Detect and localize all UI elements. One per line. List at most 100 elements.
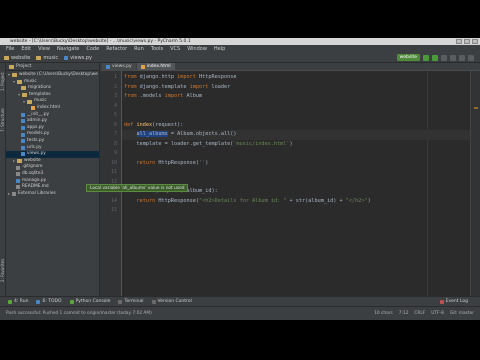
debug-icon[interactable]	[432, 54, 438, 61]
warning-marker[interactable]	[474, 107, 478, 109]
tree-item-admin-py[interactable]: admin.py	[6, 118, 99, 125]
tree-item-music[interactable]: music	[6, 79, 99, 86]
line-number: 6	[113, 121, 117, 128]
tree-item-models-py[interactable]: models.py	[6, 131, 99, 138]
code-line-1: from django.http import HttpResponse	[124, 74, 237, 80]
menu-vcs[interactable]: VCS	[170, 46, 180, 52]
python-console-button[interactable]: Python Console	[69, 299, 110, 304]
search-icon[interactable]	[468, 54, 474, 61]
code-line-8: template = loader.get_template('music/in…	[124, 140, 293, 147]
caret-position[interactable]: 7:12	[399, 311, 409, 316]
status-right: 10 chars 7:12 CRLF UTF-8 Git: master	[374, 311, 474, 316]
tab-views-py[interactable]: views.py	[102, 63, 136, 70]
minimize-button[interactable]	[456, 39, 462, 44]
window-controls	[456, 39, 478, 44]
python-file-icon	[64, 55, 69, 60]
menu-edit[interactable]: Edit	[21, 46, 31, 52]
python-file-icon	[21, 112, 25, 117]
tree-item-tests-py[interactable]: tests.py	[6, 138, 99, 145]
error-stripe[interactable]	[470, 71, 480, 296]
tree-item-gitignore[interactable]: .gitignore	[6, 164, 99, 171]
python-file-icon	[21, 139, 25, 144]
tree-item-website[interactable]: website (C:\Users\Bucky\Desktop\we	[6, 72, 99, 79]
breadcrumb-music[interactable]: music	[36, 55, 58, 61]
tree-item-init-py[interactable]: __init__.py	[6, 112, 99, 119]
bottom-tool-bar: 4: Run 6: TODO Python Console Terminal V…	[0, 296, 480, 306]
inspection-tooltip: Local variable 'all_albums' value is not…	[86, 184, 189, 192]
version-control-button[interactable]: Version Control	[151, 299, 192, 304]
vcs-update-icon[interactable]	[441, 54, 447, 61]
menu-bar: File Edit View Navigate Code Refactor Ru…	[0, 45, 480, 53]
folder-icon	[12, 73, 17, 78]
file-encoding[interactable]: UTF-8	[431, 311, 444, 316]
tree-item-views-py[interactable]: views.py	[6, 151, 99, 158]
code-line-2: from django.template import loader	[124, 83, 231, 90]
menu-help[interactable]: Help	[214, 46, 225, 52]
menu-run[interactable]: Run	[134, 46, 144, 52]
menu-code[interactable]: Code	[86, 46, 99, 52]
event-log-icon	[439, 299, 444, 304]
menu-tools[interactable]: Tools	[151, 46, 163, 52]
terminal-button[interactable]: Terminal	[118, 299, 144, 304]
todo-icon	[36, 299, 41, 304]
python-file-icon	[21, 126, 25, 131]
run-tool-button[interactable]: 4: Run	[8, 299, 28, 304]
editor-tabs: views.py index.html	[100, 63, 480, 71]
navigation-bar: website music views.py website	[0, 53, 480, 63]
selected-variable: all_albums	[136, 131, 168, 137]
tree-item-index-html[interactable]: index.html	[6, 105, 99, 112]
line-number: 15	[110, 207, 117, 213]
python-file-icon	[21, 132, 25, 137]
status-message[interactable]: Push successful: Pushed 1 commit to orig…	[6, 311, 152, 316]
maximize-button[interactable]	[464, 39, 470, 44]
window-title: website - [C:\Users\Bucky\Desktop\websit…	[10, 39, 191, 44]
tree-item-apps-py[interactable]: apps.py	[6, 125, 99, 132]
expand-arrow-icon	[13, 80, 15, 83]
project-panel: Project website (C:\Users\Bucky\Desktop\…	[6, 63, 100, 296]
event-log-button[interactable]: Event Log	[439, 299, 468, 304]
folder-icon	[17, 79, 22, 84]
git-branch[interactable]: Git: master	[450, 311, 474, 316]
tree-item-templates[interactable]: templates	[6, 92, 99, 99]
python-file-icon	[21, 119, 25, 124]
menu-navigate[interactable]: Navigate	[57, 46, 79, 52]
run-icon	[8, 299, 12, 304]
close-button[interactable]	[472, 39, 478, 44]
folder-icon	[22, 93, 27, 98]
python-file-icon	[21, 152, 25, 157]
settings-icon[interactable]	[459, 54, 465, 61]
project-tree: website (C:\Users\Bucky\Desktop\we music…	[6, 71, 99, 197]
line-number: 14	[110, 197, 117, 204]
collapsed-arrow-icon	[8, 192, 10, 195]
line-number: 5	[113, 112, 117, 118]
tree-item-urls-py[interactable]: urls.py	[6, 145, 99, 152]
todo-tool-button[interactable]: 6: TODO	[36, 299, 62, 304]
folder-icon	[4, 55, 9, 60]
code-line-10: return HttpResponse('')	[136, 159, 209, 166]
menu-file[interactable]: File	[6, 46, 14, 52]
run-icon[interactable]	[423, 54, 429, 61]
breadcrumb-website[interactable]: website	[4, 55, 30, 61]
toolbar-right: website	[396, 54, 474, 61]
project-panel-title[interactable]: Project	[16, 64, 31, 69]
menu-window[interactable]: Window	[187, 46, 207, 52]
code-editor: views.py index.html 1 2 3 4 5 6 7 8 9 10…	[100, 63, 480, 296]
tree-item-db[interactable]: db.sqlite3	[6, 171, 99, 178]
folder-icon	[27, 99, 32, 104]
tab-index-html[interactable]: index.html	[136, 63, 175, 70]
vcs-commit-icon[interactable]	[450, 54, 456, 61]
python-file-icon	[106, 64, 110, 69]
selection-chars: 10 chars	[374, 311, 393, 316]
code-line-7: all_albums = Album.objects.all()	[136, 131, 237, 137]
menu-view[interactable]: View	[38, 46, 50, 52]
line-number: 4	[113, 102, 117, 109]
tree-item-templates-music[interactable]: music	[6, 98, 99, 105]
line-separator[interactable]: CRLF	[414, 311, 425, 316]
tree-item-website-pkg[interactable]: website	[6, 158, 99, 165]
run-config-selector[interactable]: website	[396, 54, 420, 61]
html-file-icon	[140, 64, 145, 69]
menu-refactor[interactable]: Refactor	[106, 46, 127, 52]
breadcrumb-views[interactable]: views.py	[64, 55, 92, 61]
collapsed-arrow-icon	[13, 160, 15, 163]
tree-item-migrations[interactable]: migrations	[6, 85, 99, 92]
